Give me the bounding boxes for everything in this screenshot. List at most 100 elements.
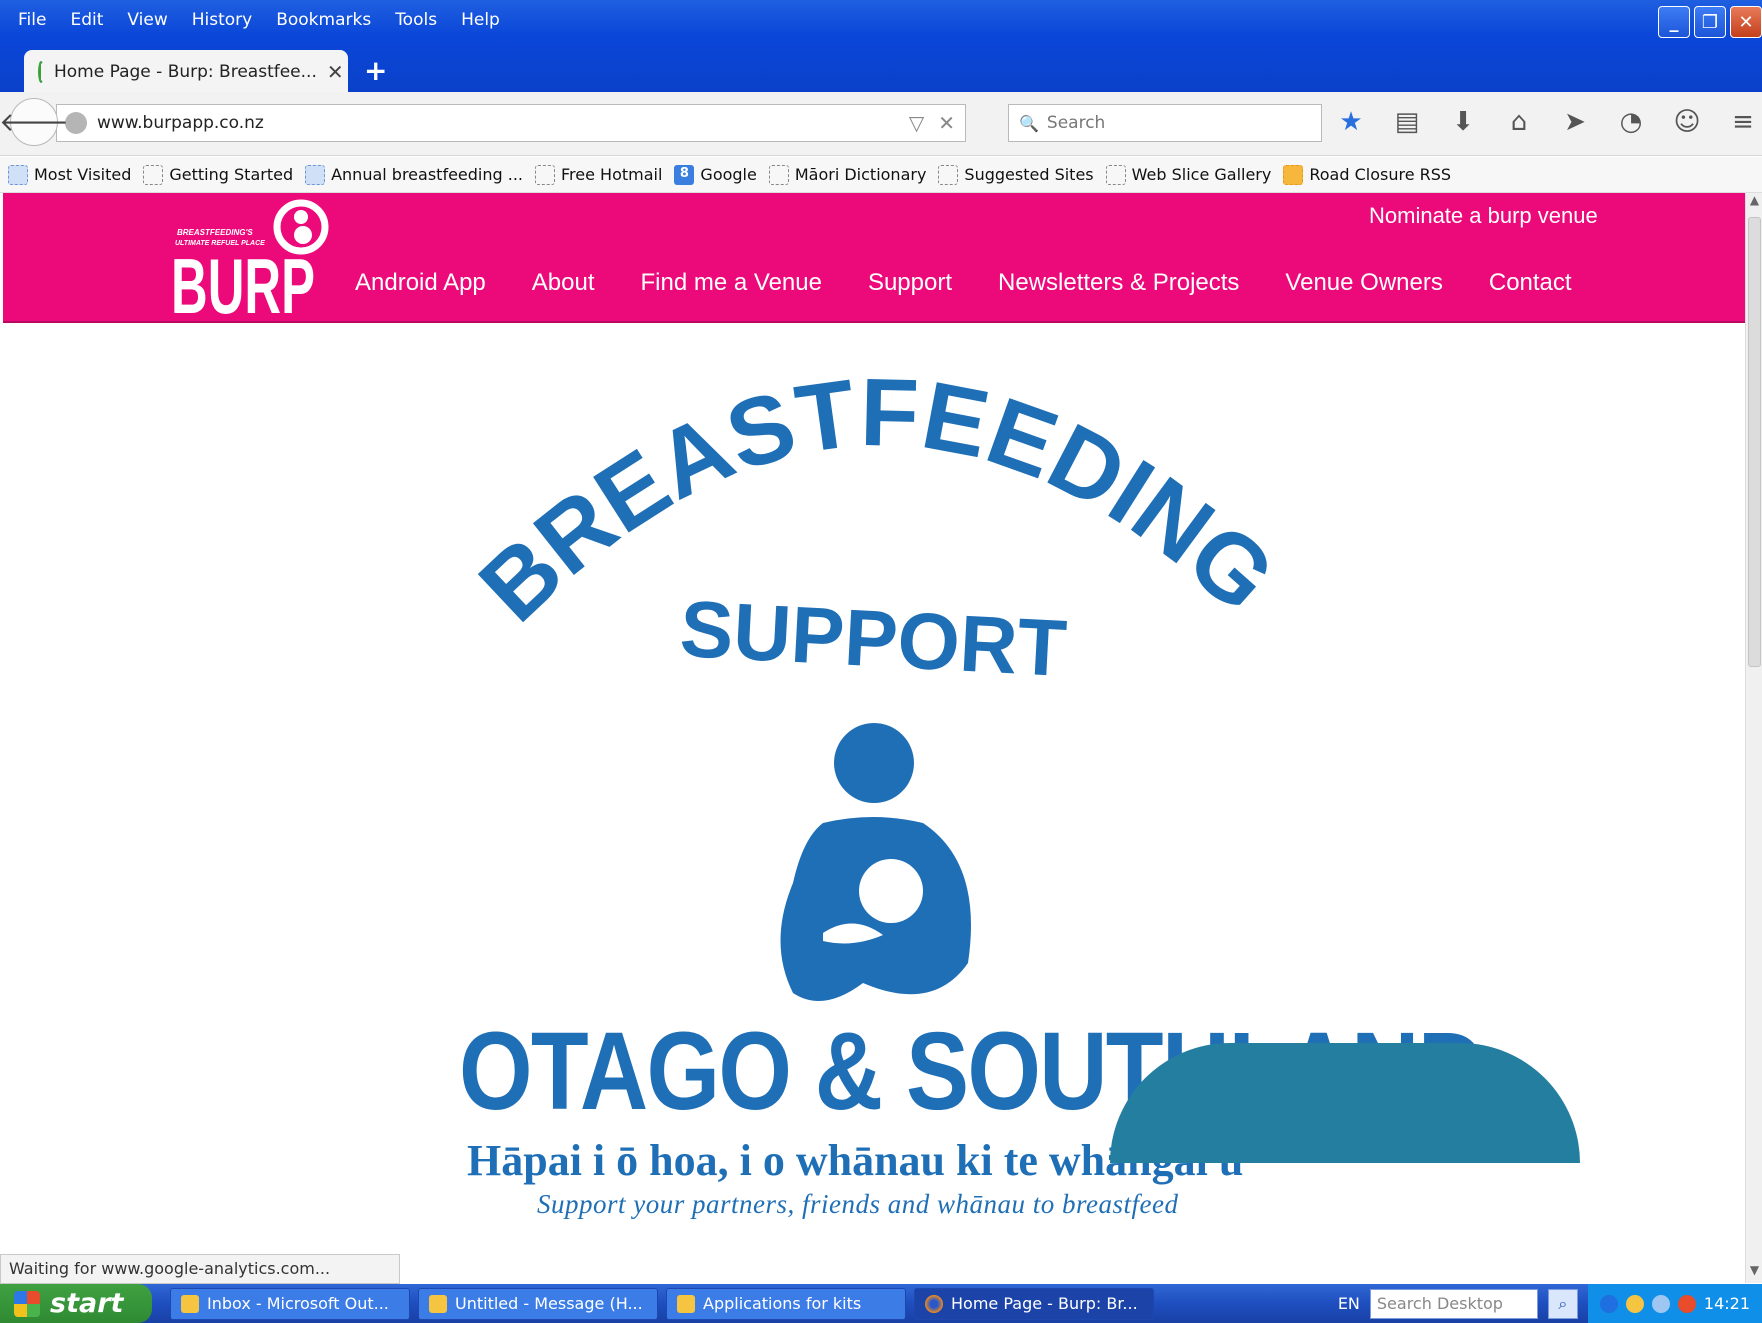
support-subtitle: SUPPORT (678, 584, 1069, 693)
site-nav: Android App About Find me a Venue Suppor… (355, 269, 1572, 297)
navigation-toolbar: www.burpapp.co.nz ▽ ✕ 🡐 🔍 Search ★ ▤ ⬇ ⌂… (0, 92, 1762, 156)
address-bar[interactable]: www.burpapp.co.nz ▽ ✕ (56, 104, 966, 142)
windows-taskbar: start Inbox - Microsoft Out... Untitled … (0, 1284, 1762, 1323)
page-icon (938, 164, 959, 185)
folder-icon (677, 1294, 695, 1313)
mother-baby-icon (780, 723, 971, 1001)
taskbar-item-applications[interactable]: Applications for kits (666, 1287, 906, 1320)
taskbar-item-message[interactable]: Untitled - Message (H... (418, 1287, 658, 1320)
menu-history[interactable]: History (180, 8, 264, 32)
bookmark-suggested-sites[interactable]: Suggested Sites (938, 164, 1094, 185)
hamburger-menu-icon[interactable]: ≡ (1726, 102, 1760, 142)
taskbar-tray: EN Search Desktop ⌕ 14:21 (1338, 1284, 1762, 1323)
menu-view[interactable]: View (115, 8, 179, 32)
history-icon[interactable]: ◔ (1614, 102, 1648, 142)
rss-icon (1283, 164, 1304, 185)
bookmark-star-icon[interactable]: ★ (1334, 102, 1368, 142)
screen: File Edit View History Bookmarks Tools H… (0, 0, 1762, 1323)
menu-help[interactable]: Help (449, 8, 512, 32)
bookmark-free-hotmail[interactable]: Free Hotmail (535, 164, 662, 185)
page-icon (1105, 164, 1126, 185)
stop-icon[interactable]: ✕ (938, 111, 955, 135)
nav-contact[interactable]: Contact (1489, 269, 1572, 297)
tab-title: Home Page - Burp: Breastfee... (54, 62, 317, 82)
menu-edit[interactable]: Edit (58, 8, 115, 32)
svg-text:BURP: BURP (171, 242, 315, 321)
english-tagline: Support your partners, friends and whāna… (537, 1189, 1179, 1219)
bookmark-getting-started[interactable]: Getting Started (143, 164, 293, 185)
bookmarks-bar: Most Visited Getting Started Annual brea… (0, 157, 1762, 193)
restore-icon[interactable]: ❐ (1694, 6, 1726, 38)
scroll-down-icon[interactable]: ▼ (1746, 1263, 1762, 1283)
page-icon (535, 164, 555, 185)
tray-outlook-icon[interactable] (1625, 1294, 1644, 1313)
chat-icon[interactable]: ☺ (1670, 102, 1704, 142)
menu-bar: File Edit View History Bookmarks Tools H… (6, 8, 512, 32)
google-icon: 8 (674, 164, 695, 185)
toolbar-icons: ★ ▤ ⬇ ⌂ ➤ ◔ ☺ ≡ (1334, 102, 1760, 142)
nav-venue-owners[interactable]: Venue Owners (1285, 269, 1442, 297)
new-tab-icon[interactable]: + (364, 54, 387, 87)
search-placeholder: Search (1046, 113, 1106, 133)
windows-logo-icon (14, 1290, 40, 1317)
tray-network-icon[interactable] (1651, 1294, 1670, 1313)
system-tray: 14:21 (1587, 1284, 1762, 1323)
bookmark-web-slice-gallery[interactable]: Web Slice Gallery (1105, 164, 1271, 185)
taskbar-items: Inbox - Microsoft Out... Untitled - Mess… (170, 1287, 1154, 1320)
firefox-icon (925, 1294, 943, 1313)
scroll-up-icon[interactable]: ▲ (1746, 193, 1762, 213)
bookmark-annual-breastfeeding[interactable]: Annual breastfeeding ... (305, 164, 523, 185)
taskbar-item-outlook[interactable]: Inbox - Microsoft Out... (170, 1287, 410, 1320)
language-indicator[interactable]: EN (1338, 1294, 1360, 1313)
browser-titlebar: File Edit View History Bookmarks Tools H… (0, 0, 1762, 94)
nav-support[interactable]: Support (868, 269, 952, 297)
menu-bookmarks[interactable]: Bookmarks (264, 8, 383, 32)
bookmark-maori-dictionary[interactable]: Māori Dictionary (768, 164, 926, 185)
site-header: BREASTFEEDING'S ULTIMATE REFUEL PLACE BU… (3, 193, 1745, 323)
nav-about[interactable]: About (532, 269, 595, 297)
minimize-icon[interactable]: _ (1658, 6, 1690, 38)
bookmark-road-closure-rss[interactable]: Road Closure RSS (1283, 164, 1451, 185)
nominate-venue-link[interactable]: Nominate a burp venue (1369, 203, 1598, 229)
browser-tab[interactable]: Home Page - Burp: Breastfee... ✕ (24, 50, 348, 94)
loading-spinner-icon (38, 61, 44, 83)
home-icon[interactable]: ⌂ (1502, 102, 1536, 142)
bookmark-most-visited[interactable]: Most Visited (8, 164, 131, 185)
back-button[interactable]: 🡐 (0, 98, 69, 146)
page-icon (768, 164, 789, 185)
send-icon[interactable]: ➤ (1558, 102, 1592, 142)
desktop-search-input[interactable]: Search Desktop (1369, 1288, 1538, 1319)
bookmark-google[interactable]: 8 Google (674, 164, 757, 185)
page-icon (305, 164, 326, 185)
most-visited-icon (8, 164, 28, 185)
outlook-icon (181, 1294, 199, 1313)
burp-logo[interactable]: BREASTFEEDING'S ULTIMATE REFUEL PLACE BU… (171, 193, 341, 321)
url-controls: ▽ ✕ (909, 111, 965, 135)
download-icon[interactable]: ⬇ (1446, 102, 1480, 142)
menu-file[interactable]: File (6, 8, 58, 32)
url-text[interactable]: www.burpapp.co.nz (97, 113, 909, 133)
nav-newsletters-projects[interactable]: Newsletters & Projects (998, 269, 1239, 297)
tray-security-icon[interactable] (1677, 1294, 1696, 1313)
svg-text:BREASTFEEDING'S: BREASTFEEDING'S (177, 228, 253, 237)
nav-find-venue[interactable]: Find me a Venue (641, 269, 822, 297)
scroll-thumb[interactable] (1748, 217, 1761, 667)
reading-list-icon[interactable]: ▤ (1390, 102, 1424, 142)
dropdown-arrow-icon[interactable]: ▽ (909, 111, 924, 135)
clock: 14:21 (1703, 1294, 1750, 1313)
tab-close-icon[interactable]: ✕ (327, 60, 344, 84)
nav-android-app[interactable]: Android App (355, 269, 486, 297)
search-icon: 🔍 (1019, 113, 1039, 133)
start-button[interactable]: start (0, 1284, 152, 1323)
taskbar-item-firefox[interactable]: Home Page - Burp: Br... (914, 1287, 1154, 1320)
close-window-icon[interactable]: ✕ (1730, 6, 1762, 38)
menu-tools[interactable]: Tools (383, 8, 449, 32)
status-bar: Waiting for www.google-analytics.com... (0, 1254, 400, 1284)
search-bar[interactable]: 🔍 Search (1008, 104, 1322, 142)
tray-arrow-icon[interactable] (1599, 1294, 1618, 1313)
window-controls: _ ❐ ✕ (1658, 6, 1762, 38)
desktop-search-icon[interactable]: ⌕ (1547, 1288, 1578, 1319)
vertical-scrollbar[interactable]: ▲ ▼ (1745, 193, 1762, 1283)
teal-button-shape[interactable] (1110, 1043, 1580, 1163)
envelope-icon (429, 1294, 447, 1313)
